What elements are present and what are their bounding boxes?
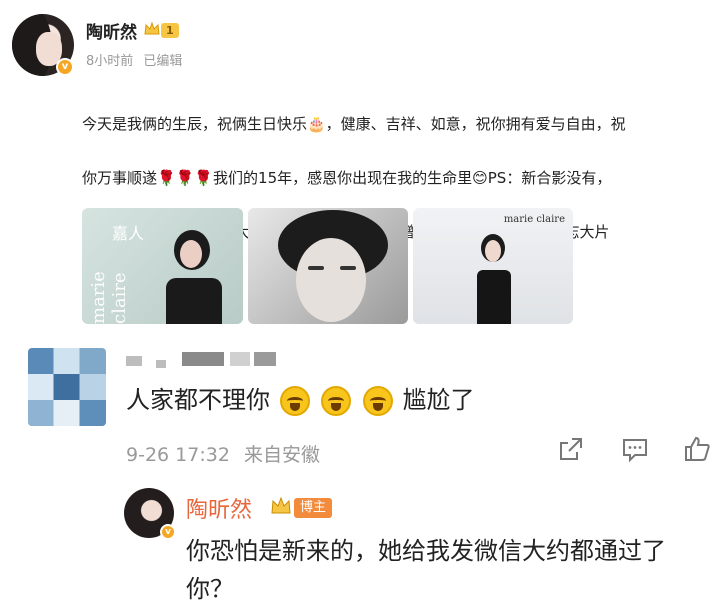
post-photo[interactable]	[248, 208, 408, 324]
post-photo[interactable]: marie claire	[413, 208, 573, 324]
crown-icon	[271, 496, 291, 514]
post-photo[interactable]: marie claire 嘉人	[82, 208, 243, 324]
reply-text: 你恐怕是新来的，她给我发微信大约都通过了你？	[186, 537, 666, 603]
post-meta: 8小时前 已编辑	[86, 50, 182, 69]
verified-badge-icon: v	[56, 58, 74, 76]
comment-section: 人家都不理你 尴尬了 9-26 17:32 来自安徽 v 陶昕然 博主 你恐怕是…	[0, 326, 724, 610]
reply-author-name[interactable]: 陶昕然	[186, 492, 252, 524]
commenter-avatar[interactable]	[28, 348, 106, 426]
crying-laugh-emoji-icon	[362, 386, 393, 416]
blogger-badge: 博主	[294, 498, 333, 518]
weibo-post: v 陶昕然 1 8小时前 已编辑 今天是我俩的生辰，祝俩生日快乐🎂，健康、吉祥、…	[0, 0, 724, 326]
comment-text-main: 人家都不理你	[126, 386, 270, 414]
comment-text: 人家都不理你 尴尬了	[126, 380, 475, 416]
level-badge: 1	[161, 23, 179, 38]
like-icon[interactable]	[682, 434, 712, 464]
crying-laugh-emoji-icon	[321, 386, 352, 416]
comment-time: 9-26 17:32	[126, 444, 230, 466]
commenter-name-blurred[interactable]	[126, 346, 276, 368]
post-text-line: 今天是我俩的生辰，祝俩生日快乐🎂，健康、吉祥、如意，祝你拥有爱与自由，祝	[82, 115, 626, 133]
crying-laugh-emoji-icon	[279, 386, 310, 416]
verified-badge-icon: v	[160, 524, 176, 540]
comment-meta: 9-26 17:32 来自安徽	[126, 440, 320, 467]
comment-text-end: 尴尬了	[402, 386, 475, 414]
post-time: 8小时前	[86, 54, 134, 69]
post-text-line: 你万事顺遂🌹🌹🌹我们的15年，感恩你出现在我的生命里😊PS：新合影没有，	[82, 169, 612, 187]
author-name[interactable]: 陶昕然	[86, 18, 137, 43]
crown-icon	[144, 22, 160, 35]
comment-source: 来自安徽	[243, 444, 320, 466]
comment-icon[interactable]	[620, 434, 650, 464]
share-icon[interactable]	[556, 434, 586, 464]
edited-label: 已编辑	[143, 54, 183, 69]
magazine-logo: marie claire	[503, 214, 565, 225]
photo-caption: 嘉人	[112, 224, 145, 243]
